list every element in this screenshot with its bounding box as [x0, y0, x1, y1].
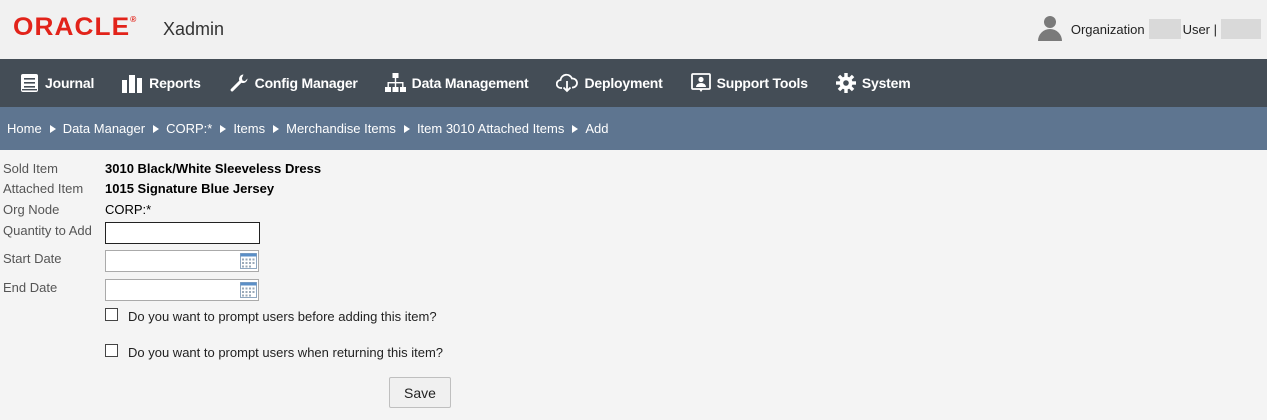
gear-icon [835, 73, 856, 93]
start-date-label: Start Date [3, 251, 62, 266]
nav-reports[interactable]: Reports [122, 59, 201, 107]
organization-label: Organization [1070, 21, 1145, 37]
app-name: Xadmin [163, 19, 225, 39]
sold-item-label: Sold Item [3, 161, 58, 176]
nav-support-tools[interactable]: Support Tools [690, 59, 808, 107]
prompt-adding-checkbox[interactable] [105, 308, 118, 321]
nav-data-management[interactable]: Data Management [384, 59, 529, 107]
org-node-value: CORP:* [105, 202, 152, 217]
user-redacted [1221, 19, 1261, 39]
end-date-input[interactable] [106, 280, 238, 300]
breadcrumb-data-manager[interactable]: Data Manager [63, 121, 145, 136]
nav-system[interactable]: System [835, 59, 911, 107]
nav-deployment[interactable]: Deployment [556, 59, 663, 107]
calendar-icon[interactable] [240, 253, 257, 269]
breadcrumb-separator-icon [273, 124, 280, 133]
prompt-returning-label: Do you want to prompt users when returni… [128, 345, 444, 360]
nav-journal[interactable]: Journal [20, 59, 94, 107]
attached-item-label: Attached Item [3, 181, 84, 196]
breadcrumb-separator-icon [220, 124, 227, 133]
nav-label: Support Tools [716, 75, 808, 91]
breadcrumb: Home Data Manager CORP:* Items Merchandi… [0, 107, 1267, 150]
hierarchy-icon [384, 73, 406, 92]
breadcrumb-add: Add [585, 121, 609, 136]
reports-icon [122, 75, 143, 93]
prompt-returning-checkbox[interactable] [105, 344, 118, 357]
quantity-label: Quantity to Add [3, 223, 92, 238]
breadcrumb-separator-icon [153, 124, 160, 133]
oracle-logo: ORACLE® [13, 13, 138, 41]
start-date-field [105, 250, 259, 272]
add-attached-item-form: Sold Item 3010 Black/White Sleeveless Dr… [0, 150, 1267, 420]
nav-label: Data Management [411, 75, 529, 91]
attached-item-value: 1015 Signature Blue Jersey [105, 181, 275, 196]
support-icon [690, 73, 711, 92]
start-date-input[interactable] [106, 251, 238, 271]
end-date-field [105, 279, 259, 301]
nav-label: Deployment [584, 75, 663, 91]
nav-label: Reports [149, 75, 201, 91]
save-button[interactable]: Save [389, 377, 451, 408]
brand-text: ORACLE [13, 13, 131, 41]
breadcrumb-separator-icon [49, 124, 56, 133]
journal-icon [21, 74, 38, 92]
nav-label: Journal [45, 75, 95, 91]
breadcrumb-merchandise-items[interactable]: Merchandise Items [286, 121, 396, 136]
breadcrumb-attached-items[interactable]: Item 3010 Attached Items [417, 121, 564, 136]
nav-config-manager[interactable]: Config Manager [229, 59, 358, 107]
breadcrumb-separator-icon [403, 124, 410, 133]
breadcrumb-org-node[interactable]: CORP:* [166, 121, 212, 136]
main-nav: Journal Reports Config Manager Data Mana… [0, 59, 1267, 107]
nav-label: Config Manager [254, 75, 358, 91]
wrench-icon [230, 74, 248, 92]
calendar-icon[interactable] [240, 282, 257, 298]
breadcrumb-items[interactable]: Items [233, 121, 265, 136]
org-node-label: Org Node [3, 202, 60, 217]
app-header: ORACLE® Xadmin Organization User | [0, 0, 1267, 59]
user-menu[interactable]: Organization User | [1037, 16, 1261, 42]
breadcrumb-separator-icon [572, 124, 579, 133]
user-icon [1037, 16, 1063, 42]
user-label: User | [1182, 21, 1217, 37]
end-date-label: End Date [3, 280, 58, 295]
prompt-adding-label: Do you want to prompt users before addin… [128, 309, 437, 324]
sold-item-value: 3010 Black/White Sleeveless Dress [105, 161, 322, 176]
nav-label: System [861, 75, 911, 91]
cloud-download-icon [556, 73, 579, 93]
quantity-input[interactable] [105, 222, 260, 244]
breadcrumb-home[interactable]: Home [7, 121, 42, 136]
organization-redacted [1148, 19, 1181, 39]
